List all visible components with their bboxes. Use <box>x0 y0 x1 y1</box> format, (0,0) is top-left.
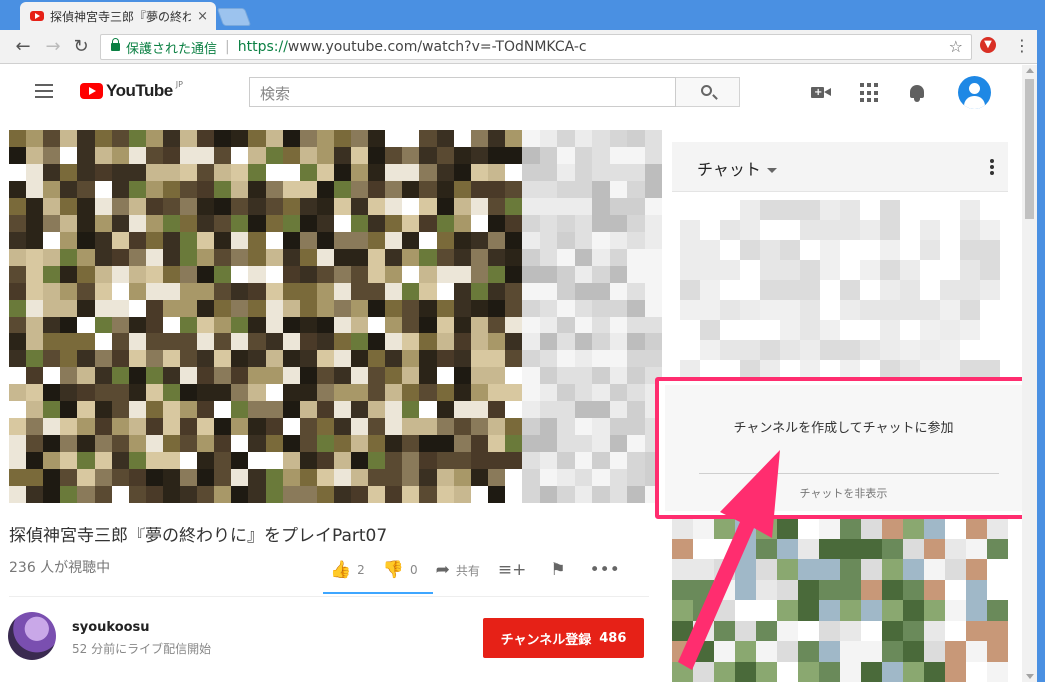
share-arrow-icon: ➦ <box>435 560 450 580</box>
dislike-count: 0 <box>409 563 418 577</box>
blurred-sidebar-thumbnails <box>522 130 662 503</box>
more-actions-button[interactable]: ••• <box>590 560 626 580</box>
youtube-favicon-icon <box>30 11 44 21</box>
chat-more-options-icon[interactable] <box>990 159 994 177</box>
search-button[interactable] <box>676 77 740 107</box>
thumbs-up-icon: 👍 <box>330 560 352 580</box>
video-actions: 👍 2 👎 0 ➦ 共有 ≡+ ⚑ ••• <box>330 558 644 582</box>
dislike-button[interactable]: 👎 0 <box>383 560 418 580</box>
video-player[interactable] <box>9 130 522 503</box>
close-tab-icon[interactable]: × <box>197 9 208 24</box>
chat-join-prompt-highlight: チャンネルを作成してチャットに参加 チャットを非表示 <box>655 377 1032 519</box>
stream-start-info: 52 分前にライブ配信開始 <box>72 642 212 656</box>
window-frame <box>1037 30 1045 682</box>
scroll-up-icon[interactable] <box>1026 68 1034 73</box>
back-icon[interactable]: ← <box>12 36 34 58</box>
chat-header: チャット <box>672 142 1008 192</box>
share-label: 共有 <box>455 563 480 578</box>
extension-icon[interactable]: ▼ <box>980 37 996 53</box>
flag-icon: ⚑ <box>550 560 566 580</box>
like-button[interactable]: 👍 2 <box>330 560 365 580</box>
view-count: 236 人が視聴中 <box>9 560 111 576</box>
url-scheme: https:// <box>237 39 288 55</box>
channel-avatar[interactable] <box>8 612 56 660</box>
new-tab-button[interactable] <box>216 8 252 26</box>
notifications-bell-icon[interactable] <box>907 83 927 103</box>
secure-label: 保護された通信 <box>126 41 218 57</box>
tab-title: 探偵神宮寺三郎『夢の終わ <box>50 9 192 24</box>
browser-toolbar: ← → ↻ 保護された通信 | https://www.youtube.com/… <box>0 30 1045 64</box>
chat-title-dropdown[interactable]: チャット <box>697 156 777 180</box>
chat-messages <box>680 200 1000 380</box>
search-icon <box>701 85 712 96</box>
browser-menu-icon[interactable]: ⋮ <box>1014 36 1030 55</box>
divider <box>9 596 649 597</box>
upload-video-icon[interactable]: + <box>811 83 831 103</box>
subscribe-button[interactable]: チャンネル登録 486 <box>483 618 644 658</box>
report-button[interactable]: ⚑ <box>550 560 571 580</box>
page-scrollbar[interactable] <box>1022 65 1037 682</box>
create-channel-to-chat-link[interactable]: チャンネルを作成してチャットに参加 <box>665 417 1022 436</box>
bookmark-star-icon[interactable]: ☆ <box>949 37 963 56</box>
lock-icon <box>111 38 120 51</box>
more-horizontal-icon: ••• <box>589 560 620 580</box>
scroll-down-icon[interactable] <box>1026 674 1034 679</box>
chat-join-prompt: チャンネルを作成してチャットに参加 チャットを非表示 <box>665 385 1022 511</box>
account-avatar-icon[interactable] <box>958 76 991 109</box>
scroll-thumb[interactable] <box>1025 79 1034 219</box>
logo-text: YouTube <box>106 81 173 100</box>
youtube-play-logo-icon <box>80 83 103 99</box>
youtube-logo[interactable]: YouTube JP <box>80 79 183 101</box>
like-ratio-bar <box>323 592 433 594</box>
share-button[interactable]: ➦ 共有 <box>436 560 480 580</box>
url-path: www.youtube.com/watch?v=-TOdNMKCA-c <box>287 39 587 55</box>
hide-chat-button[interactable]: チャットを非表示 <box>665 485 1022 501</box>
youtube-masthead: YouTube JP 検索 + <box>0 65 1022 121</box>
blurred-related-videos <box>672 518 1008 682</box>
url-text: https://www.youtube.com/watch?v=-TOdNMKC… <box>238 39 587 55</box>
subscriber-count: 486 <box>599 630 627 646</box>
thumbs-down-icon: 👎 <box>382 560 404 580</box>
search-input[interactable]: 検索 <box>249 77 676 107</box>
add-to-playlist-button[interactable]: ≡+ <box>498 560 533 580</box>
apps-grid-icon[interactable] <box>860 83 880 103</box>
forward-icon[interactable]: → <box>42 36 64 58</box>
divider <box>699 473 999 474</box>
logo-region: JP <box>175 79 183 89</box>
subscribe-label: チャンネル登録 <box>500 632 592 648</box>
reload-icon[interactable]: ↻ <box>70 36 92 58</box>
like-count: 2 <box>357 563 365 577</box>
caret-down-icon <box>766 168 777 173</box>
hamburger-menu-icon[interactable] <box>35 84 53 98</box>
browser-titlebar: 探偵神宮寺三郎『夢の終わ × <box>0 0 1045 30</box>
address-bar[interactable]: 保護された通信 | https://www.youtube.com/watch?… <box>100 34 972 60</box>
browser-tab[interactable]: 探偵神宮寺三郎『夢の終わ × <box>20 2 216 30</box>
chat-title: チャット <box>697 160 761 179</box>
playlist-add-icon: ≡+ <box>497 560 527 580</box>
video-title: 探偵神宮寺三郎『夢の終わりに』をプレイPart07 <box>9 526 388 545</box>
channel-name[interactable]: syoukoosu <box>72 620 150 635</box>
